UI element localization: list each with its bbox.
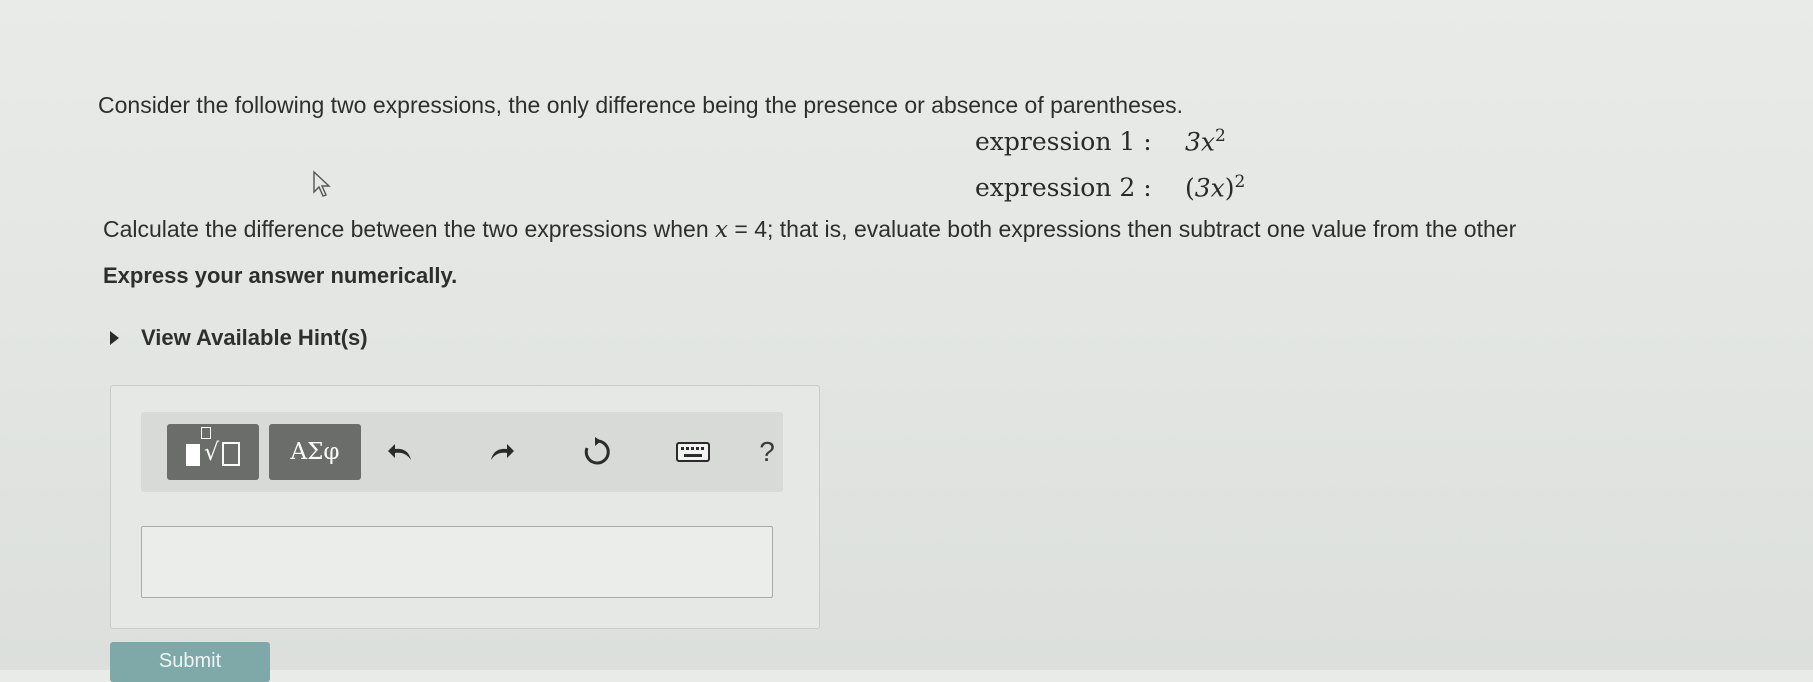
problem-intro: Consider the following two expressions, … (98, 92, 1184, 118)
redo-icon[interactable] (479, 430, 523, 474)
expression-1-label: expression 1 : (975, 127, 1152, 157)
undo-icon[interactable] (379, 430, 423, 474)
math-toolbar: √ ΑΣφ ? (141, 412, 783, 492)
expression-2-exponent: 2 (1234, 172, 1246, 192)
calculate-instruction: Calculate the difference between the two… (103, 216, 1516, 243)
calc-text-before: Calculate the difference between the two… (103, 216, 716, 242)
view-hints-toggle[interactable]: View Available Hint(s) (110, 325, 368, 351)
submit-button[interactable]: Submit (110, 642, 270, 682)
answer-input[interactable] (141, 526, 773, 598)
expression-1-math: 3x2 (1185, 126, 1226, 156)
templates-button[interactable]: √ (167, 424, 259, 480)
help-button[interactable]: ? (745, 430, 789, 474)
expression-1: expression 1 : 3x2 (975, 126, 1226, 156)
placeholder-box-icon (222, 442, 241, 466)
calc-variable: x (715, 217, 728, 243)
view-hints-label: View Available Hint(s) (141, 325, 368, 350)
expression-2: expression 2 : (3x)2 (975, 172, 1245, 202)
expression-1-base: 3x (1185, 127, 1216, 157)
mouse-pointer-icon (313, 170, 331, 197)
expression-2-label: expression 2 : (975, 173, 1152, 203)
reset-icon[interactable] (575, 430, 619, 474)
keyboard-icon[interactable] (671, 430, 715, 474)
caret-right-icon (110, 331, 119, 345)
expression-2-close-paren: ) (1224, 173, 1235, 203)
calc-text-after: ; that is, evaluate both expressions the… (767, 216, 1517, 242)
radical-icon: √ (200, 427, 219, 466)
expression-2-open-paren: ( (1185, 173, 1195, 203)
calc-equals: = 4 (728, 216, 768, 242)
templates-icon (185, 444, 200, 466)
express-instruction: Express your answer numerically. (103, 263, 458, 288)
problem-page: Consider the following two expressions, … (0, 0, 1813, 682)
expression-2-inner: 3x (1194, 173, 1225, 203)
answer-panel: √ ΑΣφ ? (110, 385, 820, 629)
symbols-button[interactable]: ΑΣφ (269, 424, 361, 480)
expression-1-exponent: 2 (1215, 126, 1226, 146)
expression-2-math: (3x)2 (1185, 172, 1245, 202)
